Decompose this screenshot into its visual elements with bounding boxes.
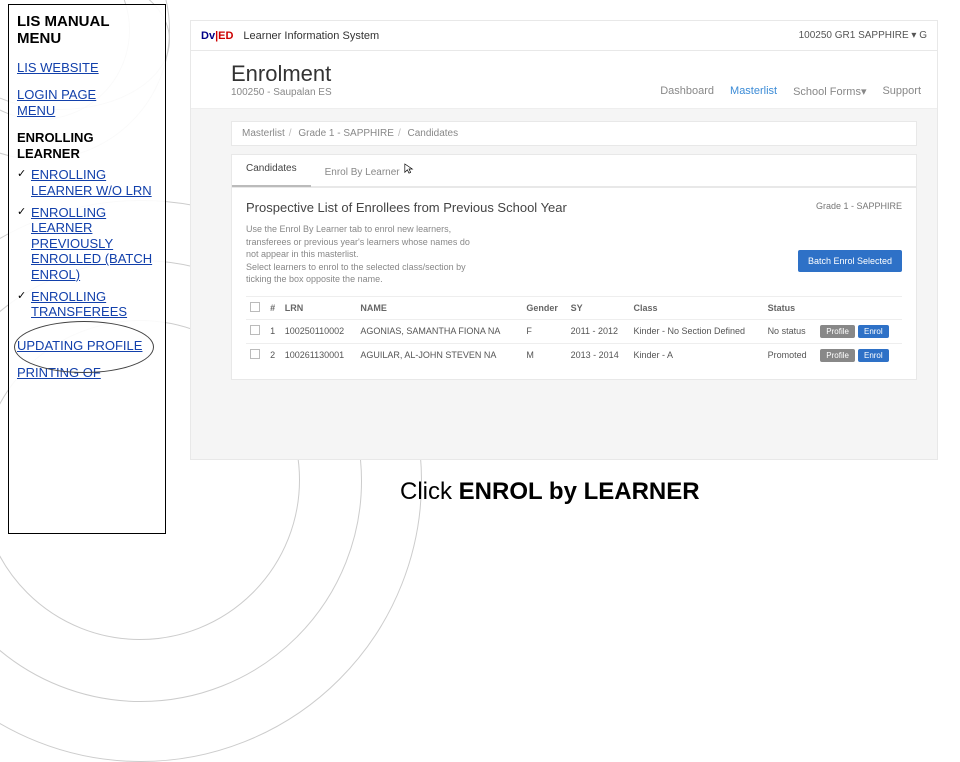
crumb-masterlist[interactable]: Masterlist xyxy=(242,128,285,139)
app-screenshot: Dv|ED Learner Information System 100250 … xyxy=(190,20,938,460)
page-header: Enrolment 100250 - Saupalan ES Dashboard… xyxy=(191,51,937,109)
nav-support[interactable]: Support xyxy=(882,85,921,98)
enrolling-sublist: ENROLLING LEARNER W/O LRN ENROLLING LEAR… xyxy=(17,167,157,319)
crumb-grade[interactable]: Grade 1 - SAPPHIRE xyxy=(298,128,394,139)
side-panel: LIS MANUAL MENU LIS WEBSITE LOGIN PAGE M… xyxy=(8,4,166,534)
crumb-candidates: Candidates xyxy=(408,128,459,139)
link-login-page[interactable]: LOGIN PAGE xyxy=(17,87,157,103)
link-menu[interactable]: MENU xyxy=(17,103,157,119)
side-title: LIS MANUAL MENU xyxy=(17,13,157,48)
app-title: Learner Information System xyxy=(243,30,379,42)
col-name: NAME xyxy=(356,296,522,319)
col-lrn: LRN xyxy=(281,296,357,319)
tab-candidates[interactable]: Candidates xyxy=(232,155,311,187)
list-item: ENROLLING LEARNER W/O LRN xyxy=(17,167,157,198)
row-checkbox[interactable] xyxy=(250,325,260,335)
enrol-button[interactable]: Enrol xyxy=(858,349,889,362)
logo-part1: Dv xyxy=(201,30,215,42)
col-num: # xyxy=(266,296,281,319)
instruction-text: Click ENROL by LEARNER xyxy=(400,478,700,506)
nav-school-forms[interactable]: School Forms▾ xyxy=(793,85,866,98)
school-sub: 100250 - Saupalan ES xyxy=(231,87,332,98)
table-row: 2 100261130001 AGUILAR, AL-JOHN STEVEN N… xyxy=(246,343,902,367)
user-menu[interactable]: 100250 GR1 SAPPHIRE ▾ G xyxy=(799,30,927,41)
table-row: 1 100250110002 AGONIAS, SAMANTHA FIONA N… xyxy=(246,319,902,343)
page-title: Enrolment xyxy=(231,61,332,87)
profile-button[interactable]: Profile xyxy=(820,349,855,362)
panel-hint: Use the Enrol By Learner tab to enrol ne… xyxy=(246,223,556,286)
enrol-button[interactable]: Enrol xyxy=(858,325,889,338)
breadcrumb: Masterlist/ Grade 1 - SAPPHIRE/ Candidat… xyxy=(231,121,917,146)
col-sy: SY xyxy=(567,296,630,319)
col-gender: Gender xyxy=(522,296,566,319)
col-status: Status xyxy=(764,296,817,319)
logo-part2: |ED xyxy=(215,30,233,42)
nav-dashboard[interactable]: Dashboard xyxy=(660,85,714,98)
list-item: ENROLLING LEARNER PREVIOUSLY ENROLLED (B… xyxy=(17,205,157,283)
link-updating-profile[interactable]: UPDATING PROFILE xyxy=(17,338,157,354)
profile-button[interactable]: Profile xyxy=(820,325,855,338)
batch-enrol-button[interactable]: Batch Enrol Selected xyxy=(798,250,902,272)
link-printing[interactable]: PRINTING OF xyxy=(17,365,157,381)
cursor-icon xyxy=(404,163,414,175)
section-enrolling-learner: ENROLLING LEARNER xyxy=(17,130,157,161)
tabs-container: Candidates Enrol By Learner xyxy=(231,154,917,187)
col-check[interactable] xyxy=(246,296,266,319)
panel-title: Prospective List of Enrollees from Previ… xyxy=(246,200,902,215)
tab-enrol-by-learner[interactable]: Enrol By Learner xyxy=(311,155,429,186)
col-class: Class xyxy=(630,296,764,319)
link-enrol-wo-lrn[interactable]: ENROLLING LEARNER W/O LRN xyxy=(31,167,157,198)
instruction-bold: ENROL by LEARNER xyxy=(459,478,700,505)
enrollees-table: # LRN NAME Gender SY Class Status 1 1002… xyxy=(246,296,902,367)
panel-section: Grade 1 - SAPPHIRE xyxy=(816,201,902,211)
instruction-pre: Click xyxy=(400,478,459,505)
link-enrol-prev[interactable]: ENROLLING LEARNER PREVIOUSLY ENROLLED (B… xyxy=(31,205,157,283)
tab-enrol-label: Enrol By Learner xyxy=(325,167,400,178)
list-item: ENROLLING TRANSFEREES xyxy=(17,289,157,320)
link-enrol-transferees[interactable]: ENROLLING TRANSFEREES xyxy=(31,289,157,320)
row-checkbox[interactable] xyxy=(250,349,260,359)
link-lis-website[interactable]: LIS WEBSITE xyxy=(17,60,157,76)
nav-masterlist[interactable]: Masterlist xyxy=(730,85,777,98)
panel-body: Prospective List of Enrollees from Previ… xyxy=(231,187,917,380)
app-topbar: Dv|ED Learner Information System 100250 … xyxy=(191,21,937,51)
